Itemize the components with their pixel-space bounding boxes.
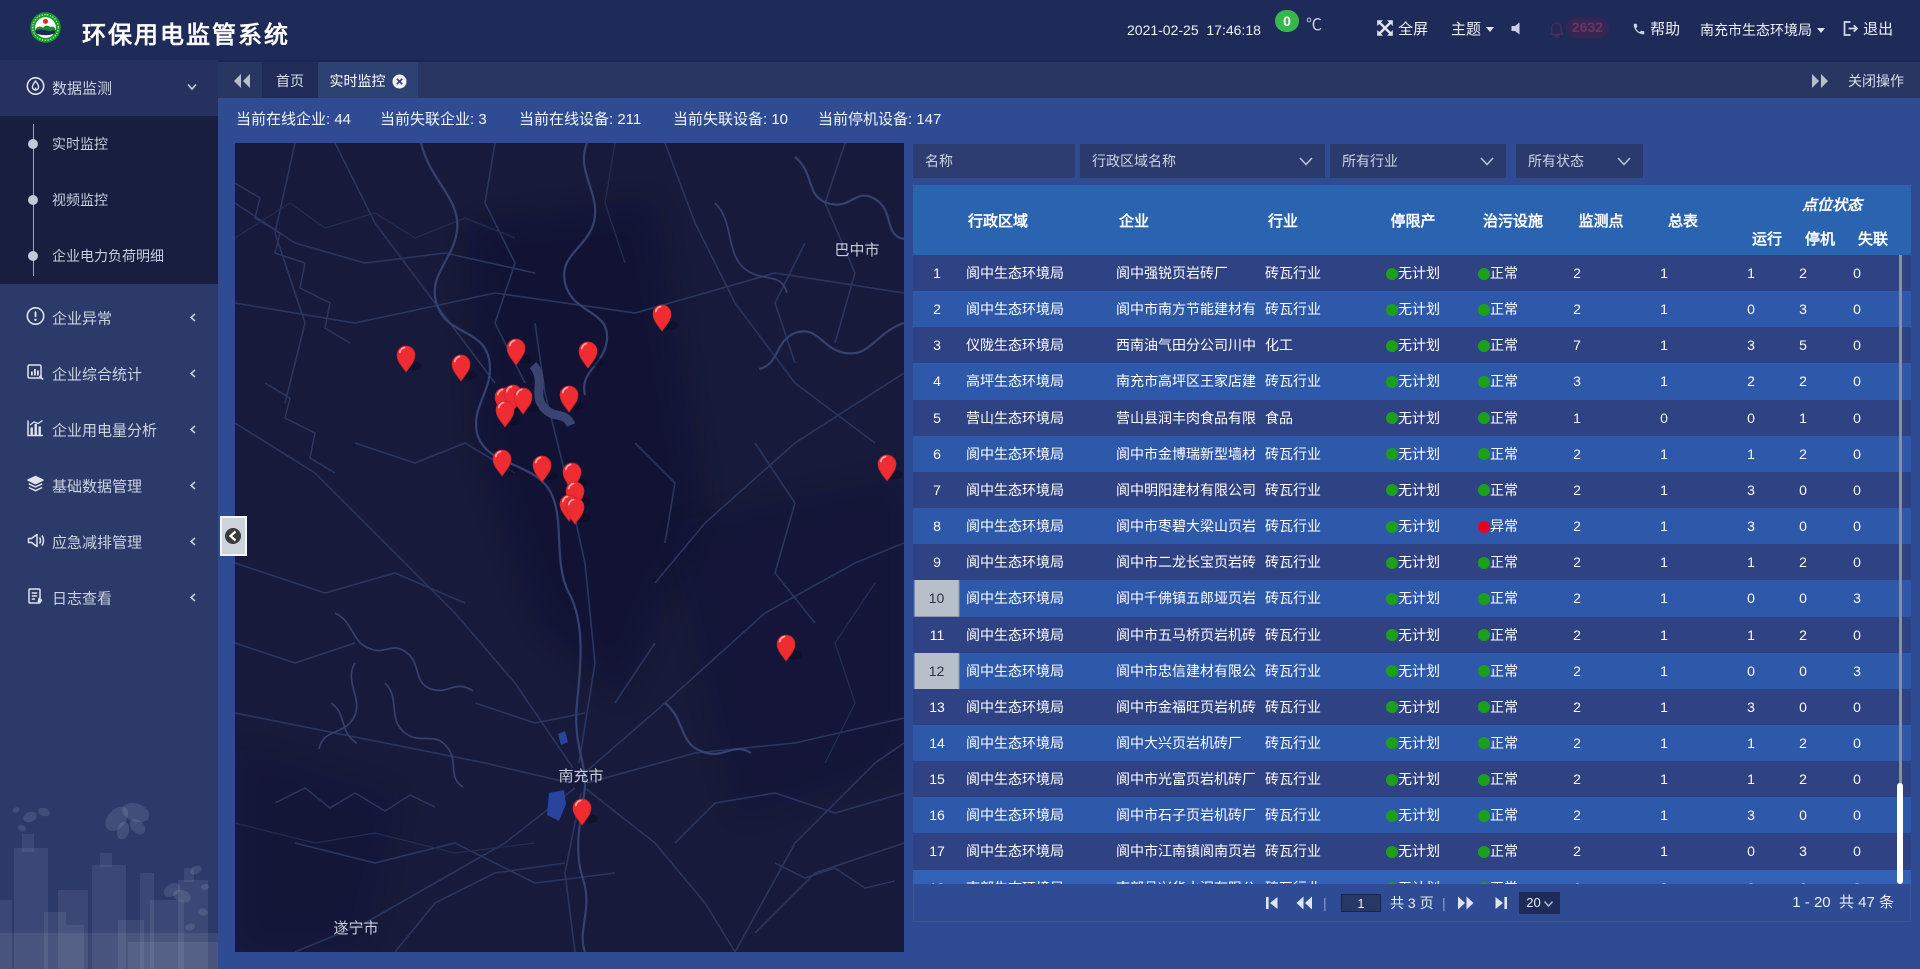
- svg-text:巴中市: 巴中市: [834, 242, 879, 259]
- svg-text:南充市: 南充市: [558, 768, 603, 785]
- svg-text:遂宁市: 遂宁市: [333, 920, 378, 937]
